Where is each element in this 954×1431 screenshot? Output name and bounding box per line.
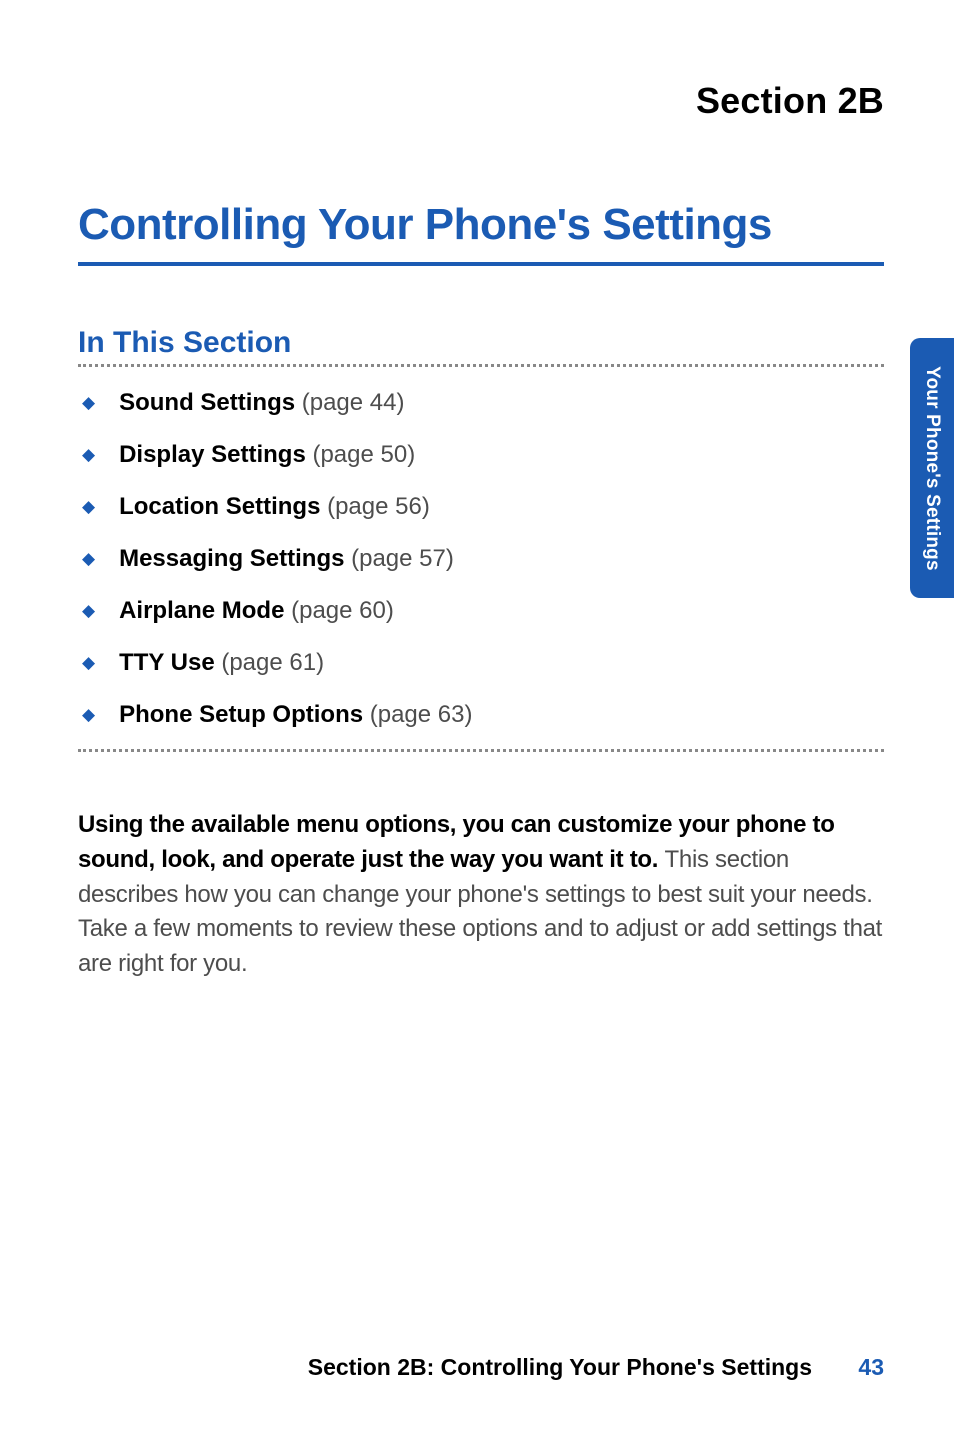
toc-item-page: (page 57)	[344, 545, 453, 572]
side-tab-label: Your Phone's Settings	[921, 366, 943, 571]
toc-item-page: (page 56)	[320, 493, 429, 520]
toc-item-title: Airplane Mode	[119, 597, 284, 624]
section-label: Section 2B	[78, 80, 884, 122]
dotted-rule-bottom	[78, 749, 884, 752]
footer-section: Section 2B: Controlling Your Phone's Set…	[308, 1354, 812, 1380]
diamond-bullet-icon: ◆	[82, 393, 95, 413]
toc-item-page: (page 63)	[363, 701, 472, 728]
toc-item: ◆ Airplane Mode (page 60)	[82, 597, 884, 625]
footer-page-number: 43	[858, 1354, 884, 1380]
diamond-bullet-icon: ◆	[82, 705, 95, 725]
diamond-bullet-icon: ◆	[82, 653, 95, 673]
toc-item-page: (page 60)	[284, 597, 393, 624]
diamond-bullet-icon: ◆	[82, 601, 95, 621]
dotted-rule-top	[78, 364, 884, 367]
title-rule	[78, 262, 884, 266]
toc-item: ◆ Sound Settings (page 44)	[82, 389, 884, 417]
toc-item-page: (page 44)	[295, 389, 404, 416]
toc-item-page: (page 50)	[306, 441, 415, 468]
toc-item: ◆ Phone Setup Options (page 63)	[82, 701, 884, 729]
toc-item-title: Phone Setup Options	[119, 701, 363, 728]
side-tab: Your Phone's Settings	[910, 338, 954, 598]
toc-item: ◆ Messaging Settings (page 57)	[82, 545, 884, 573]
toc-item: ◆ Display Settings (page 50)	[82, 441, 884, 469]
toc-list: ◆ Sound Settings (page 44) ◆ Display Set…	[82, 389, 884, 729]
toc-item-title: Messaging Settings	[119, 545, 344, 572]
diamond-bullet-icon: ◆	[82, 497, 95, 517]
page-footer: Section 2B: Controlling Your Phone's Set…	[0, 1354, 884, 1381]
chapter-title: Controlling Your Phone's Settings	[78, 200, 884, 262]
toc-item: ◆ TTY Use (page 61)	[82, 649, 884, 677]
toc-item-title: Sound Settings	[119, 389, 295, 416]
diamond-bullet-icon: ◆	[82, 445, 95, 465]
diamond-bullet-icon: ◆	[82, 549, 95, 569]
in-this-section-heading: In This Section	[78, 326, 884, 360]
toc-item-title: Display Settings	[119, 441, 306, 468]
toc-item-page: (page 61)	[215, 649, 324, 676]
toc-item: ◆ Location Settings (page 56)	[82, 493, 884, 521]
intro-paragraph: Using the available menu options, you ca…	[78, 808, 884, 982]
toc-item-title: Location Settings	[119, 493, 320, 520]
toc-item-title: TTY Use	[119, 649, 215, 676]
